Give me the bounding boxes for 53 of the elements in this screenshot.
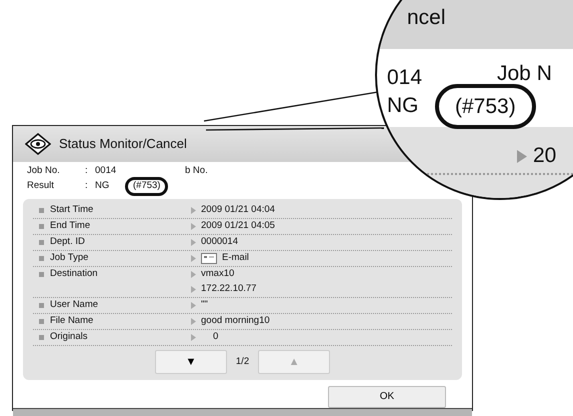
detail-value: E-mail — [222, 253, 249, 264]
detail-label: Dept. ID — [50, 237, 85, 248]
pointer-icon — [517, 150, 527, 163]
bullet-icon — [39, 240, 44, 245]
detail-label: File Name — [50, 316, 94, 327]
detail-value: 0 — [212, 332, 218, 343]
bullet-icon — [39, 208, 44, 213]
bullet-icon — [39, 318, 44, 324]
bullet-icon — [39, 334, 44, 340]
detail-label: Originals — [50, 332, 88, 343]
magnified-start-time: 20 — [533, 145, 556, 166]
pointer-icon — [191, 318, 196, 325]
bullet-icon — [39, 256, 44, 261]
magnified-job-label: Job N — [497, 63, 552, 84]
detail-value: 2009 01/21 04:05 — [201, 221, 275, 232]
detail-value: 0000014 — [201, 237, 238, 248]
detail-label: Job Type — [50, 253, 88, 264]
bullet-icon — [39, 224, 44, 229]
field-label: b No. — [185, 166, 209, 176]
window-title: Status Monitor/Cancel — [59, 136, 187, 152]
magnified-result-code: (#753) — [435, 84, 536, 129]
field-label: Result — [27, 181, 55, 192]
detail-label: Start Time — [50, 205, 94, 216]
detail-value: 172.22.10.77 — [201, 284, 256, 295]
pointer-icon — [191, 238, 196, 246]
pointer-icon — [191, 206, 196, 214]
detail-label: End Time — [50, 221, 90, 232]
detail-label: User Name — [50, 300, 98, 311]
detail-value: 2009 01/21 04:04 — [201, 205, 275, 216]
field-label: Job No. — [27, 166, 61, 176]
magnified-title: ncel — [407, 7, 446, 28]
field-value: NG — [95, 181, 110, 192]
detail-value: vmax10 — [201, 269, 234, 280]
bullet-icon — [39, 272, 44, 277]
pointer-icon — [191, 222, 196, 230]
detail-label: Destination — [50, 269, 98, 280]
envelope-icon — [201, 252, 217, 264]
magnified-job-number: 014 — [387, 67, 422, 88]
pointer-icon — [191, 254, 196, 262]
magnified-result: NG — [387, 95, 418, 116]
pointer-icon — [191, 302, 196, 309]
colon: : — [85, 181, 89, 192]
bullet-icon — [39, 302, 44, 308]
field-value: 0014 — [95, 166, 118, 176]
page-indicator: 1/2 — [236, 356, 250, 368]
eye-icon — [25, 133, 51, 155]
ok-button[interactable]: OK — [328, 386, 446, 408]
result-code: (#753) — [125, 177, 168, 196]
page-down-button[interactable]: ▼ — [154, 350, 227, 374]
detail-value: good morning10 — [201, 316, 270, 327]
colon: : — [85, 166, 89, 176]
detail-value: "" — [201, 300, 208, 311]
pointer-icon — [191, 334, 196, 341]
